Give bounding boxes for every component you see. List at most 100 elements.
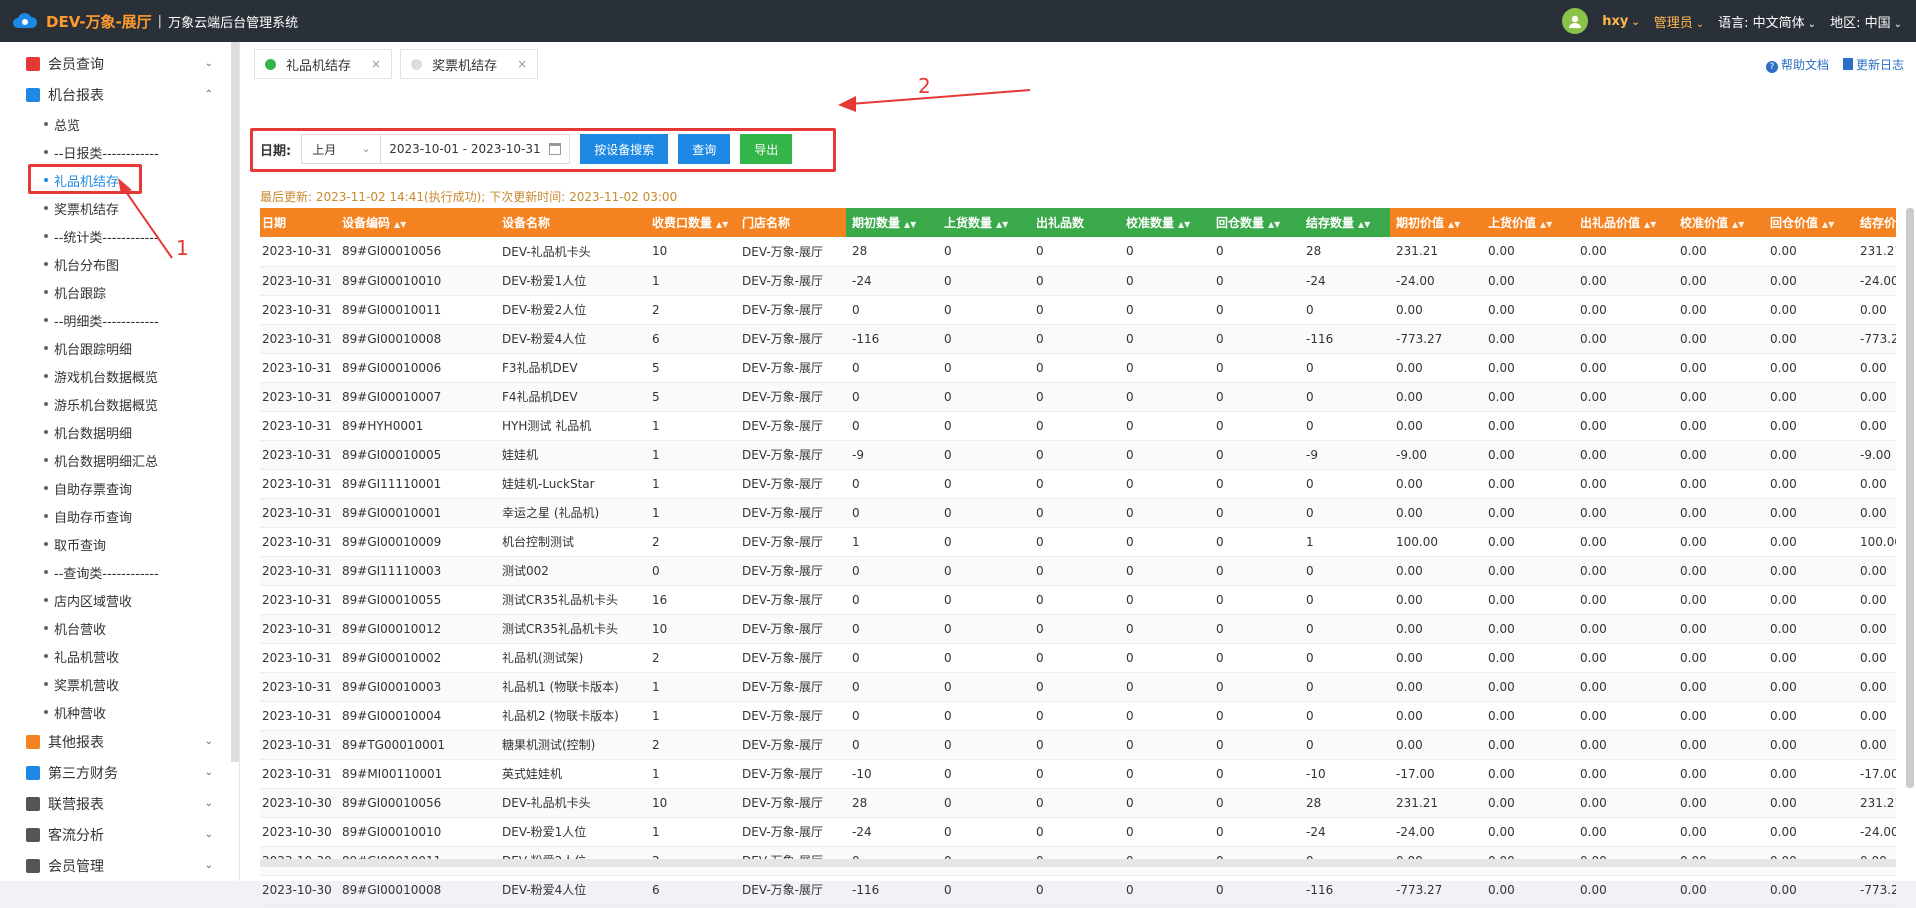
tab[interactable]: 奖票机结存 × bbox=[400, 49, 539, 79]
table-row[interactable]: 2023-10-31 89#GI00010009 机台控制测试 2 DEV-万象-展厅 1… bbox=[260, 527, 1896, 557]
table-row[interactable]: 2023-10-31 89#GI00010002 礼品机(测试架) 2 DEV-万象-展… bbox=[260, 643, 1896, 673]
column-header[interactable]: 回仓数量 ▲▼ bbox=[1210, 208, 1300, 237]
column-header[interactable]: 日期 bbox=[260, 208, 336, 237]
table-row[interactable]: 2023-10-31 89#GI00010011 DEV-粉爱2人位 2 DEV-万象-… bbox=[260, 295, 1896, 325]
sidebar-item[interactable]: --查询类------------ bbox=[0, 558, 239, 586]
column-header[interactable]: 期初数量 ▲▼ bbox=[846, 208, 938, 237]
sidebar-item[interactable]: 店内区域营收 bbox=[0, 586, 239, 614]
column-header[interactable]: 校准价值 ▲▼ bbox=[1674, 208, 1764, 237]
column-header[interactable]: 结存数量 ▲▼ bbox=[1300, 208, 1390, 237]
sidebar-group[interactable]: 会员查询 ⌄ bbox=[0, 48, 239, 79]
sort-icon[interactable]: ▲▼ bbox=[1822, 220, 1834, 229]
sidebar-group[interactable]: 机台报表 ⌃ bbox=[0, 79, 239, 110]
table-row[interactable]: 2023-10-31 89#GI11110003 测试002 0 DEV-万象-展厅 0 0… bbox=[260, 556, 1896, 586]
sort-icon[interactable]: ▲▼ bbox=[904, 220, 916, 229]
column-header[interactable]: 出礼品价值 ▲▼ bbox=[1574, 208, 1674, 237]
table-horizontal-scrollbar[interactable] bbox=[260, 859, 1896, 867]
sort-icon[interactable]: ▲▼ bbox=[1268, 220, 1280, 229]
sidebar-item[interactable]: 机台数据明细汇总 bbox=[0, 446, 239, 474]
sort-icon[interactable]: ▲▼ bbox=[1178, 220, 1190, 229]
sidebar-item[interactable]: 奖票机结存 bbox=[0, 194, 239, 222]
sort-icon[interactable]: ▲▼ bbox=[1644, 220, 1656, 229]
sidebar-item[interactable]: 机种营收 bbox=[0, 698, 239, 726]
column-header[interactable]: 设备编码 ▲▼ bbox=[336, 208, 496, 237]
sidebar-group[interactable]: 客流分析 ⌄ bbox=[0, 819, 239, 850]
column-header[interactable]: 回仓价值 ▲▼ bbox=[1764, 208, 1854, 237]
sidebar-item[interactable]: --明细类------------ bbox=[0, 306, 239, 334]
sidebar-item-label: 奖票机结存 bbox=[54, 202, 120, 218]
sidebar-item[interactable]: 机台分布图 bbox=[0, 250, 239, 278]
table-row[interactable]: 2023-10-31 89#GI00010003 礼品机1 (物联卡版本) 1 DEV-… bbox=[260, 672, 1896, 702]
column-header[interactable]: 门店名称 bbox=[736, 208, 846, 237]
sidebar-group[interactable]: 联营报表 ⌄ bbox=[0, 788, 239, 819]
close-icon[interactable]: × bbox=[371, 57, 381, 71]
sidebar-group[interactable]: 会员管理 ⌄ bbox=[0, 850, 239, 881]
sidebar-item[interactable]: 游乐机台数据概览 bbox=[0, 390, 239, 418]
column-header[interactable]: 收费口数量 ▲▼ bbox=[646, 208, 736, 237]
table-row[interactable]: 2023-10-30 89#GI00010010 DEV-粉爱1人位 1 DEV-万象-… bbox=[260, 817, 1896, 847]
column-header[interactable]: 设备名称 bbox=[496, 208, 646, 237]
sort-icon[interactable]: ▲▼ bbox=[1448, 220, 1460, 229]
table-cell: -116 bbox=[846, 324, 938, 354]
table-row[interactable]: 2023-10-31 89#GI00010010 DEV-粉爱1人位 1 DEV-万象-… bbox=[260, 266, 1896, 296]
sort-icon[interactable]: ▲▼ bbox=[1540, 220, 1552, 229]
column-header[interactable]: 出礼品数 bbox=[1030, 208, 1120, 237]
user-avatar[interactable] bbox=[1562, 8, 1589, 34]
table-row[interactable]: 2023-10-31 89#GI00010008 DEV-粉爱4人位 6 DEV-万象-… bbox=[260, 324, 1896, 354]
table-row[interactable]: 2023-10-30 89#GI00010008 DEV-粉爱4人位 6 DEV-万象-… bbox=[260, 875, 1896, 905]
sidebar-item[interactable]: 自助存票查询 bbox=[0, 474, 239, 502]
sidebar-item[interactable]: 礼品机营收 bbox=[0, 642, 239, 670]
column-header[interactable]: 校准数量 ▲▼ bbox=[1120, 208, 1210, 237]
table-row[interactable]: 2023-10-31 89#GI00010004 礼品机2 (物联卡版本) 1 DEV-… bbox=[260, 701, 1896, 731]
region-selector[interactable]: 地区: 中国 ⌄ bbox=[1830, 12, 1902, 31]
table-row[interactable]: 2023-10-31 89#GI00010005 娃娃机 1 DEV-万象-展厅 -9 0 0… bbox=[260, 440, 1896, 470]
sidebar-item[interactable]: 机台跟踪 bbox=[0, 278, 239, 306]
table-row[interactable]: 2023-10-31 89#GI00010055 测试CR35礼品机卡头 16 DEV-… bbox=[260, 585, 1896, 615]
tab-status-icon bbox=[265, 58, 276, 70]
sidebar-item[interactable]: 总览 bbox=[0, 110, 239, 138]
language-selector[interactable]: 语言: 中文简体 ⌄ bbox=[1718, 12, 1816, 31]
table-cell: 231.21 bbox=[1854, 788, 1896, 818]
bullet-icon bbox=[44, 710, 48, 714]
table-row[interactable]: 2023-10-31 89#GI00010056 DEV-礼品机卡头 10 DEV-万象… bbox=[260, 237, 1896, 267]
sidebar-item[interactable]: 自助存币查询 bbox=[0, 502, 239, 530]
table-row[interactable]: 2023-10-31 89#GI00010012 测试CR35礼品机卡头 10 DEV-… bbox=[260, 614, 1896, 644]
sort-icon[interactable]: ▲▼ bbox=[394, 220, 406, 229]
sort-icon[interactable]: ▲▼ bbox=[1358, 220, 1370, 229]
table-row[interactable]: 2023-10-30 89#GI00010056 DEV-礼品机卡头 10 DEV-万象… bbox=[260, 788, 1896, 818]
column-header[interactable]: 上货价值 ▲▼ bbox=[1482, 208, 1574, 237]
table-row[interactable]: 2023-10-31 89#HYH0001 HYH测试 礼品机 1 DEV-万象-展厅 0… bbox=[260, 411, 1896, 441]
column-header[interactable]: 结存价值▲▼ bbox=[1854, 208, 1896, 237]
column-header[interactable]: 上货数量 ▲▼ bbox=[938, 208, 1030, 237]
table-cell: 0.00 bbox=[1854, 469, 1896, 499]
table-row[interactable]: 2023-10-31 89#GI00010001 幸运之星 (礼品机) 1 DEV-万象… bbox=[260, 498, 1896, 528]
sidebar-group[interactable]: 第三方财务 ⌄ bbox=[0, 757, 239, 788]
table-row[interactable]: 2023-10-31 89#TG00010001 糖果机测试(控制) 2 DEV-万象-… bbox=[260, 730, 1896, 760]
close-icon[interactable]: × bbox=[517, 57, 527, 71]
sidebar-item[interactable]: 奖票机营收 bbox=[0, 670, 239, 698]
sidebar-group[interactable]: 其他报表 ⌄ bbox=[0, 726, 239, 757]
sidebar-item[interactable]: 取币查询 bbox=[0, 530, 239, 558]
table-cell: 0.00 bbox=[1764, 759, 1854, 789]
help-doc-link[interactable]: ? 帮助文档 bbox=[1765, 56, 1829, 73]
table-row[interactable]: 2023-10-31 89#MI00110001 英式娃娃机 1 DEV-万象-展厅 -1… bbox=[260, 759, 1896, 789]
table-row[interactable]: 2023-10-31 89#GI00010007 F4礼品机DEV 5 DEV-万象-展… bbox=[260, 382, 1896, 412]
sort-icon[interactable]: ▲▼ bbox=[716, 220, 728, 229]
sort-icon[interactable]: ▲▼ bbox=[996, 220, 1008, 229]
sort-icon[interactable]: ▲▼ bbox=[1732, 220, 1744, 229]
sidebar-item[interactable]: 机台数据明细 bbox=[0, 418, 239, 446]
sidebar-item[interactable]: 游戏机台数据概览 bbox=[0, 362, 239, 390]
table-row[interactable]: 2023-10-31 89#GI00010006 F3礼品机DEV 5 DEV-万象-展… bbox=[260, 353, 1896, 383]
table-vertical-scrollbar[interactable] bbox=[1906, 208, 1914, 788]
sidebar-item[interactable]: 机台营收 bbox=[0, 614, 239, 642]
sidebar-item[interactable]: --日报类------------ bbox=[0, 138, 239, 166]
column-header[interactable]: 期初价值 ▲▼ bbox=[1390, 208, 1482, 237]
sidebar-item[interactable]: --统计类------------ bbox=[0, 222, 239, 250]
sidebar-scrollbar[interactable] bbox=[231, 42, 239, 762]
changelog-link[interactable]: 更新日志 bbox=[1842, 56, 1904, 73]
table-row[interactable]: 2023-10-31 89#GI11110001 娃娃机-LuckStar 1 DEV-… bbox=[260, 469, 1896, 499]
tab[interactable]: 礼品机结存 × bbox=[254, 49, 393, 79]
role-menu[interactable]: 管理员 ⌄ bbox=[1654, 12, 1704, 31]
sidebar-item[interactable]: 机台跟踪明细 bbox=[0, 334, 239, 362]
user-menu[interactable]: hxy ⌄ bbox=[1602, 14, 1640, 29]
